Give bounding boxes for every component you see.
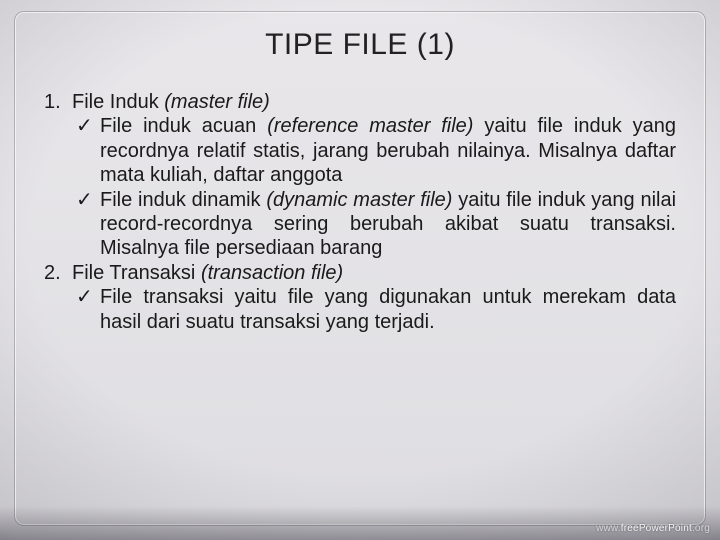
sub-text: File induk dinamik (dynamic master file)… — [100, 188, 676, 261]
list-item: 1. File Induk (master file) ✓ File induk… — [44, 90, 676, 261]
sub-italic: (dynamic master file) — [266, 189, 458, 211]
list-head-italic: (master file) — [164, 91, 270, 113]
credit-brand: freePowerPoint — [621, 523, 692, 534]
slide-title: TIPE FILE (1) — [0, 28, 720, 62]
list-body: File Induk (master file) ✓ File induk ac… — [72, 90, 676, 261]
credit-link[interactable]: www.freePowerPoint.org — [596, 523, 710, 534]
check-icon: ✓ — [76, 285, 100, 334]
list-head: File Transaksi (transaction file) — [72, 261, 676, 285]
list-head-text: File Transaksi — [72, 262, 201, 284]
sub-lead: File induk acuan — [100, 115, 267, 137]
list-body: File Transaksi (transaction file) ✓ File… — [72, 261, 676, 334]
list-head-text: File Induk — [72, 91, 164, 113]
check-icon: ✓ — [76, 114, 100, 187]
sub-item: ✓ File induk dinamik (dynamic master fil… — [72, 188, 676, 261]
list-head: File Induk (master file) — [72, 90, 676, 114]
slide: TIPE FILE (1) 1. File Induk (master file… — [0, 0, 720, 540]
sub-text: File induk acuan (reference master file)… — [100, 114, 676, 187]
list-number: 1. — [44, 90, 72, 261]
sub-item: ✓ File transaksi yaitu file yang digunak… — [72, 285, 676, 334]
list-item: 2. File Transaksi (transaction file) ✓ F… — [44, 261, 676, 334]
list-head-italic: (transaction file) — [201, 262, 343, 284]
sub-text: File transaksi yaitu file yang digunakan… — [100, 285, 676, 334]
list-number: 2. — [44, 261, 72, 334]
slide-content: 1. File Induk (master file) ✓ File induk… — [44, 90, 676, 334]
credit-tld: .org — [692, 523, 710, 534]
sub-italic: (reference master file) — [267, 115, 484, 137]
sub-rest: File transaksi yaitu file yang digunakan… — [100, 286, 676, 332]
credit-www: www. — [596, 523, 621, 534]
sub-item: ✓ File induk acuan (reference master fil… — [72, 114, 676, 187]
sub-lead: File induk dinamik — [100, 189, 266, 211]
check-icon: ✓ — [76, 188, 100, 261]
